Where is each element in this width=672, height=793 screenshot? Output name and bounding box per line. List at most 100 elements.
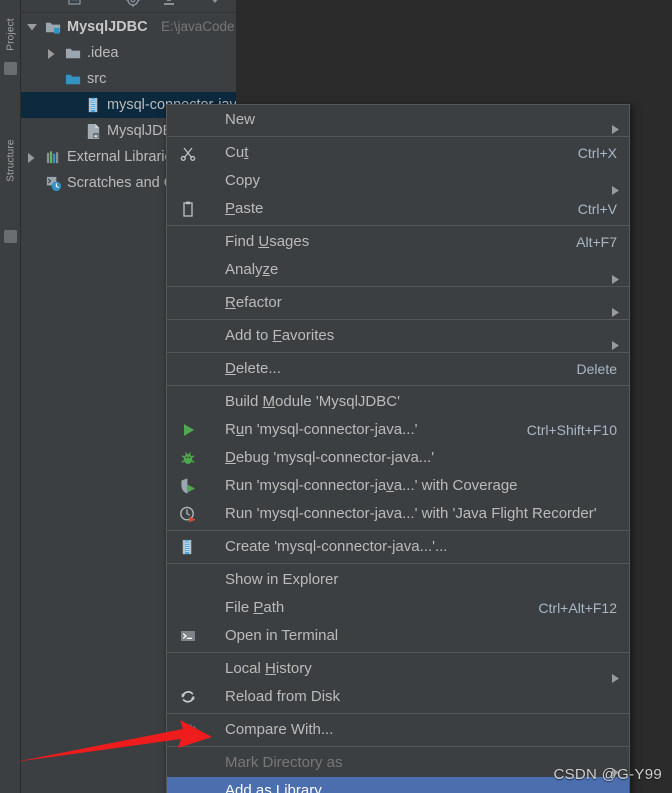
watermark-text: CSDN @G-Y99: [553, 766, 662, 783]
menu-separator: [167, 385, 629, 386]
menu-item-shortcut: Alt+F7: [576, 234, 617, 250]
run-icon: [179, 421, 197, 439]
menu-item[interactable]: Run 'mysql-connector-java...' with 'Java…: [167, 500, 629, 528]
debug-icon: [179, 449, 197, 467]
menu-item-label: Reload from Disk: [225, 688, 341, 705]
menu-item-label: Show in Explorer: [225, 571, 339, 588]
menu-separator: [167, 652, 629, 653]
tree-row[interactable]: MysqlJDBC E:\javaCode: [21, 14, 236, 40]
tree-row-label: External Librarie: [67, 149, 173, 165]
scissors-icon: [179, 144, 197, 162]
menu-item[interactable]: Copy: [167, 167, 629, 195]
jar-file-icon: [179, 538, 197, 556]
menu-item[interactable]: Analyze: [167, 256, 629, 284]
tool-window-strip: Project Structure: [0, 0, 21, 793]
menu-item[interactable]: Open in Terminal: [167, 622, 629, 650]
menu-item[interactable]: Show in Explorer: [167, 566, 629, 594]
menu-item[interactable]: Delete... Delete: [167, 355, 629, 383]
menu-item[interactable]: Find Usages Alt+F7: [167, 228, 629, 256]
menu-item-shortcut: Ctrl+Shift+F10: [526, 422, 617, 438]
menu-item-label: Debug 'mysql-connector-java...': [225, 449, 435, 466]
module-folder-icon: [45, 19, 62, 36]
menu-item[interactable]: Create 'mysql-connector-java...'...: [167, 533, 629, 561]
source-folder-icon: [65, 71, 82, 88]
menu-item-label: Add as Library...: [225, 782, 334, 793]
external-libraries-icon: [45, 149, 62, 166]
project-icon: [4, 62, 17, 75]
menu-separator: [167, 352, 629, 353]
collapse-all-icon[interactable]: [67, 0, 83, 8]
menu-item-label: Cut: [225, 144, 249, 161]
chevron-down-icon[interactable]: [25, 14, 39, 40]
menu-item-label: Refactor: [225, 294, 282, 311]
menu-item-label: File Path: [225, 599, 285, 616]
menu-item-label: Open in Terminal: [225, 627, 339, 644]
chevron-down-icon[interactable]: [207, 0, 223, 8]
menu-item[interactable]: Add to Favorites: [167, 322, 629, 350]
menu-item-shortcut: Delete: [576, 361, 617, 377]
menu-separator: [167, 225, 629, 226]
menu-item[interactable]: Build Module 'MysqlJDBC': [167, 388, 629, 416]
menu-item[interactable]: New: [167, 106, 629, 134]
folder-icon: [65, 45, 82, 62]
menu-item[interactable]: Run 'mysql-connector-java...' with Cover…: [167, 472, 629, 500]
context-menu[interactable]: New Cut Ctrl+X Copy Paste Ctrl+V Find Usages Al…: [166, 104, 630, 793]
menu-item-label: Copy: [225, 172, 261, 189]
menu-item[interactable]: Debug 'mysql-connector-java...': [167, 444, 629, 472]
chevron-right-icon[interactable]: [45, 40, 59, 66]
menu-separator: [167, 136, 629, 137]
chevron-right-icon[interactable]: [25, 144, 39, 170]
menu-item-label: Local History: [225, 660, 312, 677]
menu-item-label: Delete...: [225, 360, 281, 377]
menu-item[interactable]: Local History: [167, 655, 629, 683]
menu-item[interactable]: Cut Ctrl+X: [167, 139, 629, 167]
menu-item-label: Run 'mysql-connector-java...' with Cover…: [225, 477, 518, 494]
menu-item-shortcut: Ctrl+X: [577, 145, 617, 161]
menu-item[interactable]: Paste Ctrl+V: [167, 195, 629, 223]
menu-item-label: Create 'mysql-connector-java...'...: [225, 538, 448, 555]
tree-row-label: MysqlJDBC: [67, 19, 148, 35]
menu-separator: [167, 286, 629, 287]
menu-item[interactable]: Compare With...: [167, 716, 629, 744]
tree-row-label: .idea: [87, 45, 119, 61]
tree-row[interactable]: src: [21, 66, 236, 92]
jar-file-icon: [85, 97, 102, 114]
menu-item-label: Add to Favorites: [225, 327, 335, 344]
menu-item-label: Run 'mysql-connector-java...' with 'Java…: [225, 505, 597, 522]
tree-row-path: E:\javaCode: [161, 19, 235, 34]
compare-icon: [179, 721, 197, 739]
sidebar-tab-structure[interactable]: Structure: [1, 128, 22, 194]
structure-icon: [4, 230, 17, 243]
flight-recorder-icon: [179, 505, 197, 523]
menu-item[interactable]: File Path Ctrl+Alt+F12: [167, 594, 629, 622]
tree-row[interactable]: .idea: [21, 40, 236, 66]
settings-gear-icon[interactable]: [125, 0, 141, 8]
menu-separator: [167, 746, 629, 747]
menu-item-label: Find Usages: [225, 233, 310, 250]
menu-item-label: Mark Directory as: [225, 754, 343, 771]
menu-item[interactable]: Reload from Disk: [167, 683, 629, 711]
menu-item-label: New: [225, 111, 256, 128]
tree-row-label: src: [87, 71, 107, 87]
coverage-icon: [179, 477, 197, 495]
menu-separator: [167, 563, 629, 564]
menu-item-label: Run 'mysql-connector-java...': [225, 421, 418, 438]
terminal-icon: [179, 627, 197, 645]
clipboard-icon: [179, 200, 197, 218]
menu-item-shortcut: Ctrl+V: [577, 201, 617, 217]
menu-item-label: Analyze: [225, 261, 279, 278]
menu-separator: [167, 713, 629, 714]
menu-item-shortcut: Ctrl+Alt+F12: [538, 600, 617, 616]
menu-item-label: Compare With...: [225, 721, 334, 738]
ide-window: Project Structure MysqlJDBC E:\javaCode …: [0, 0, 672, 793]
menu-item[interactable]: Refactor: [167, 289, 629, 317]
hide-icon[interactable]: [161, 0, 177, 8]
menu-separator: [167, 530, 629, 531]
sidebar-tab-project[interactable]: Project: [1, 2, 22, 68]
reload-icon: [179, 688, 197, 706]
menu-separator: [167, 319, 629, 320]
menu-item-label: Paste: [225, 200, 264, 217]
menu-item-label: Build Module 'MysqlJDBC': [225, 393, 400, 410]
project-toolbar: [21, 0, 236, 13]
menu-item[interactable]: Run 'mysql-connector-java...' Ctrl+Shift+…: [167, 416, 629, 444]
